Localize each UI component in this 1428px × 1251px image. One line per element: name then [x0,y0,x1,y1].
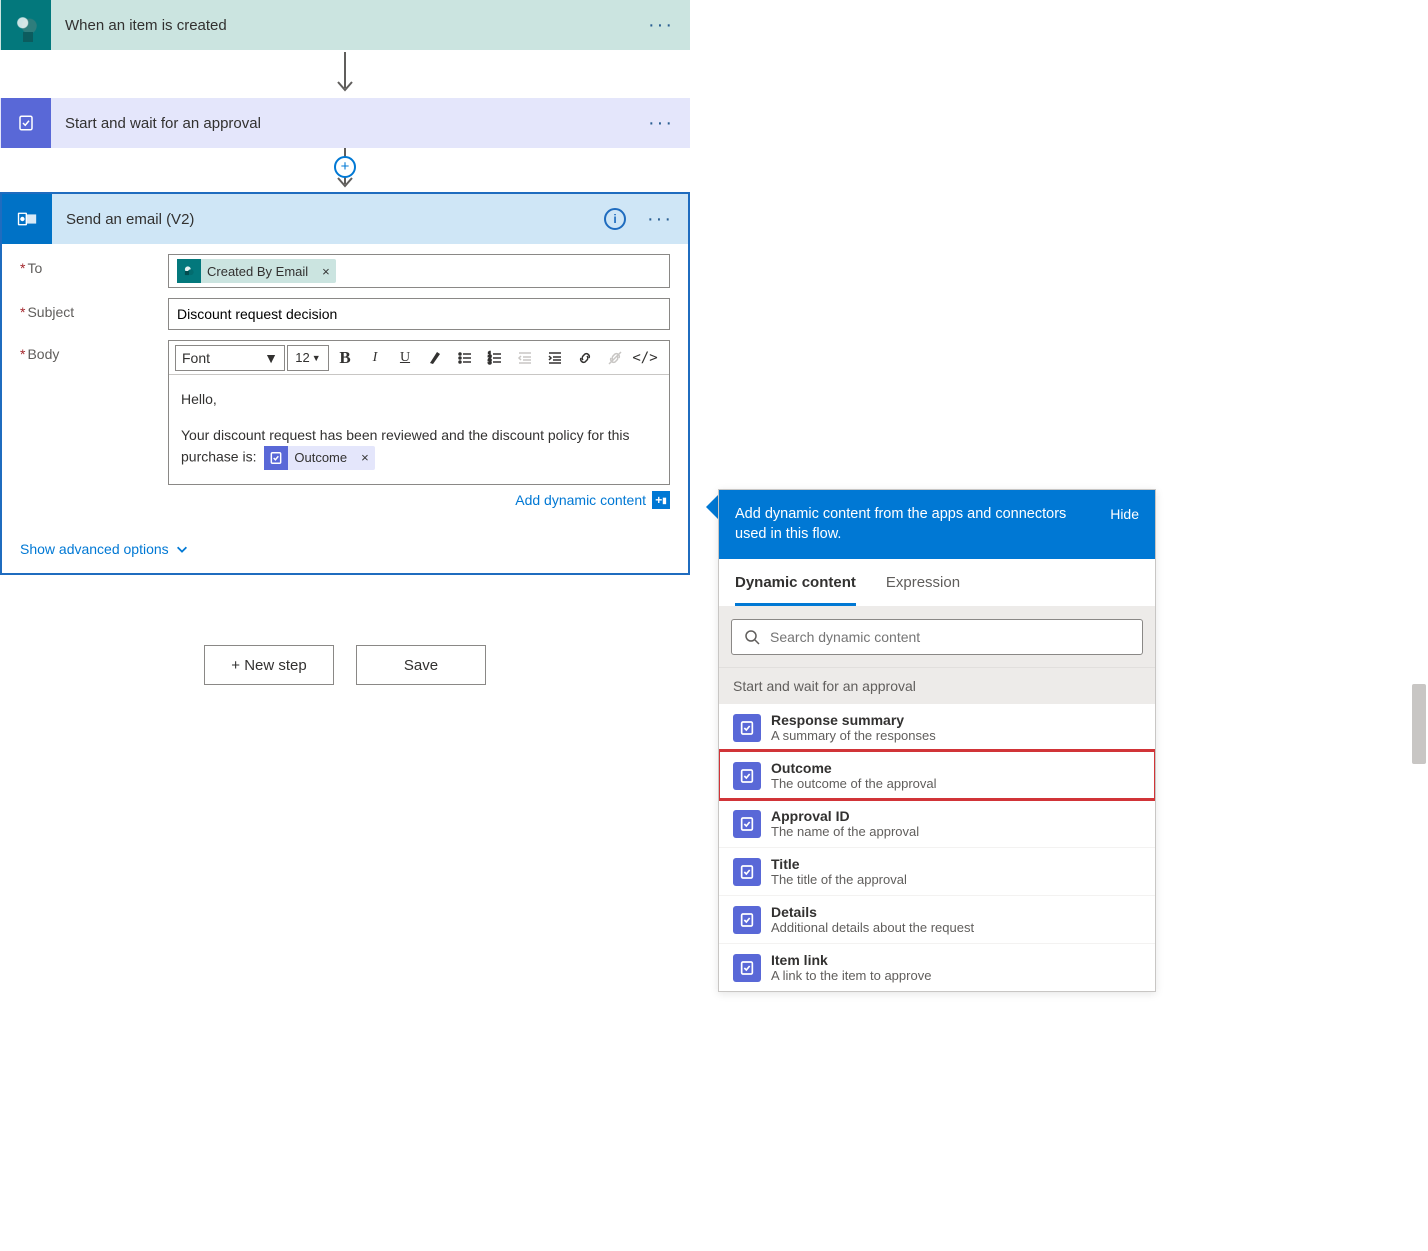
dyn-search-input[interactable] [770,629,1130,645]
to-label: To [20,254,168,276]
to-token[interactable]: Created By Email × [177,259,336,283]
tab-expression[interactable]: Expression [886,574,960,606]
to-input[interactable]: Created By Email × [168,254,670,288]
rte-font-select[interactable]: Font▼ [175,345,285,371]
dyn-items-list[interactable]: Response summaryA summary of the respons… [719,704,1155,991]
approval-icon [733,858,761,886]
dyn-item-response-summary[interactable]: Response summaryA summary of the respons… [719,704,1155,751]
dyn-scrollbar[interactable] [1412,684,1426,1034]
email-card: Send an email (V2) i ··· To Created By E… [0,192,690,575]
sharepoint-icon [1,0,51,50]
svg-text:3: 3 [488,360,492,366]
approval-card[interactable]: Start and wait for an approval ··· [0,98,690,148]
approval-icon [1,98,51,148]
dyn-item-desc: The title of the approval [771,872,907,887]
dyn-scrollbar-thumb[interactable] [1412,684,1426,764]
approval-icon [733,954,761,982]
approval-menu-icon[interactable]: ··· [641,103,681,143]
rte-bullets-button[interactable] [451,345,479,371]
dyn-item-title: Approval ID [771,808,919,824]
dyn-item-outcome[interactable]: OutcomeThe outcome of the approval [719,751,1155,799]
flyout-arrow-icon [706,495,718,519]
rte-size-select[interactable]: 12▼ [287,345,329,371]
tab-dynamic-content[interactable]: Dynamic content [735,574,856,606]
dyn-item-title: Outcome [771,760,937,776]
body-greeting: Hello, [181,389,657,411]
dyn-header-text: Add dynamic content from the apps and co… [735,504,1110,545]
dyn-panel-header: Add dynamic content from the apps and co… [719,490,1155,559]
body-label: Body [20,340,168,362]
trigger-menu-icon[interactable]: ··· [641,5,681,45]
email-title: Send an email (V2) [52,211,604,228]
add-step-inline-button[interactable]: + [334,156,356,178]
trigger-title: When an item is created [51,17,641,34]
body-outcome-token[interactable]: Outcome × [264,446,374,470]
approval-title: Start and wait for an approval [51,115,641,132]
add-dynamic-content-link[interactable]: Add dynamic content +▮ [515,491,670,509]
dyn-item-approval-id[interactable]: Approval IDThe name of the approval [719,799,1155,847]
rte-outdent-button[interactable] [511,345,539,371]
dyn-item-title: Response summary [771,712,936,728]
add-dynamic-badge-icon: +▮ [652,491,670,509]
dyn-item-title[interactable]: TitleThe title of the approval [719,847,1155,895]
dyn-item-desc: A summary of the responses [771,728,936,743]
dyn-item-desc: The outcome of the approval [771,776,937,791]
dyn-section-header: Start and wait for an approval [719,667,1155,704]
dyn-item-title: Item link [771,952,931,968]
dyn-hide-link[interactable]: Hide [1110,504,1139,522]
body-line: Your discount request has been reviewed … [181,427,630,465]
approval-icon [733,714,761,742]
rte-link-button[interactable] [571,345,599,371]
subject-label: Subject [20,298,168,320]
outlook-icon [2,194,52,244]
rte-color-button[interactable] [421,345,449,371]
show-advanced-link[interactable]: Show advanced options [2,533,207,573]
approval-icon [733,810,761,838]
dyn-item-title: Details [771,904,974,920]
rte-italic-button[interactable]: I [361,345,389,371]
trigger-card[interactable]: When an item is created ··· [0,0,690,50]
to-token-remove[interactable]: × [316,264,336,279]
rte-numbered-button[interactable]: 123 [481,345,509,371]
save-button[interactable]: Save [356,645,486,685]
dyn-item-desc: The name of the approval [771,824,919,839]
search-icon [744,629,760,645]
sharepoint-token-icon [177,259,201,283]
dyn-item-title: Title [771,856,907,872]
approval-icon [733,762,761,790]
subject-text[interactable] [177,306,661,322]
approval-icon [733,906,761,934]
email-header[interactable]: Send an email (V2) i ··· [2,194,688,244]
rte-unlink-button[interactable] [601,345,629,371]
approval-token-icon [264,446,288,470]
rte-toolbar: Font▼ 12▼ B I U 123 </> [169,341,669,375]
flow-arrow-2: + [0,148,690,192]
new-step-button[interactable]: + New step [204,645,334,685]
rte-underline-button[interactable]: U [391,345,419,371]
email-menu-icon[interactable]: ··· [640,199,680,239]
dyn-item-desc: A link to the item to approve [771,968,931,983]
dyn-search-box[interactable] [731,619,1143,655]
info-icon[interactable]: i [604,208,626,230]
body-content[interactable]: Hello, Your discount request has been re… [169,375,669,484]
dyn-item-details[interactable]: DetailsAdditional details about the requ… [719,895,1155,943]
rte-bold-button[interactable]: B [331,345,359,371]
body-token-remove[interactable]: × [355,448,375,468]
rte-indent-button[interactable] [541,345,569,371]
dyn-item-desc: Additional details about the request [771,920,974,935]
flow-arrow-1 [0,50,690,98]
subject-input[interactable] [168,298,670,330]
dynamic-content-panel: Add dynamic content from the apps and co… [718,489,1156,992]
body-editor: Font▼ 12▼ B I U 123 </> [168,340,670,485]
dyn-item-item-link[interactable]: Item linkA link to the item to approve [719,943,1155,991]
rte-code-button[interactable]: </> [631,345,659,371]
